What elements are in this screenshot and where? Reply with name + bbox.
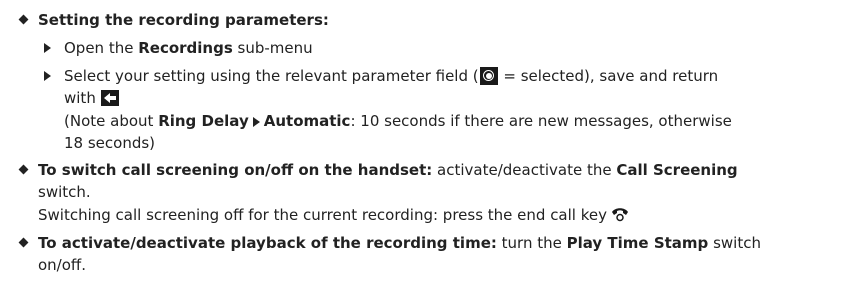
play-time-stamp-label: Play Time Stamp: [566, 234, 709, 252]
step2-text-c: with: [64, 89, 101, 107]
step1-prefix: Open the: [64, 39, 139, 57]
ring-delay-label: Ring Delay: [158, 112, 249, 130]
call-screening-label: Call Screening: [616, 161, 738, 179]
call-screening-heading: To switch call screening on/off on the h…: [38, 161, 433, 179]
manual-page: Setting the recording parameters: Open t…: [0, 0, 843, 300]
call-screening-current-text: Switching call screening off for the cur…: [38, 206, 607, 224]
note-rest: : 10 seconds if there are new messages, …: [350, 112, 732, 130]
call-screening-text: activate/deactivate the: [432, 161, 617, 179]
playback-heading: To activate/deactivate playback of the r…: [38, 234, 497, 252]
triangle-step-icon: [44, 43, 51, 53]
recording-params-heading: Setting the recording parameters:: [38, 11, 329, 29]
back-arrow-icon: [100, 90, 119, 106]
note-open: (Note about: [64, 112, 159, 130]
playback-text-a: turn the: [496, 234, 567, 252]
triangle-step-icon: [44, 71, 51, 81]
step1-suffix: sub-menu: [232, 39, 313, 57]
step2-text-a: Select your setting using the relevant p…: [64, 67, 479, 85]
recordings-menu-label: Recordings: [138, 39, 233, 57]
triangle-step-icon: [252, 117, 260, 127]
note-line2: 18 seconds): [64, 134, 156, 152]
call-screening-line2: switch.: [38, 183, 91, 201]
call-screening-line3: Switching call screening off for the cur…: [38, 205, 630, 227]
playback-line2: on/off.: [38, 256, 87, 274]
step2-text-b: = selected), save and return: [498, 67, 719, 85]
diamond-bullet-icon: [18, 14, 29, 25]
playback-text-b: switch: [708, 234, 761, 252]
automatic-label: Automatic: [263, 112, 351, 130]
note-ring-delay: (Note about Ring Delay Automatic: 10 seco…: [64, 111, 732, 131]
diamond-bullet-icon: [18, 164, 29, 175]
diamond-bullet-icon: [18, 237, 29, 248]
end-call-icon: [610, 206, 630, 227]
step2-line2: with: [64, 88, 119, 108]
radio-selected-icon: [479, 67, 498, 85]
